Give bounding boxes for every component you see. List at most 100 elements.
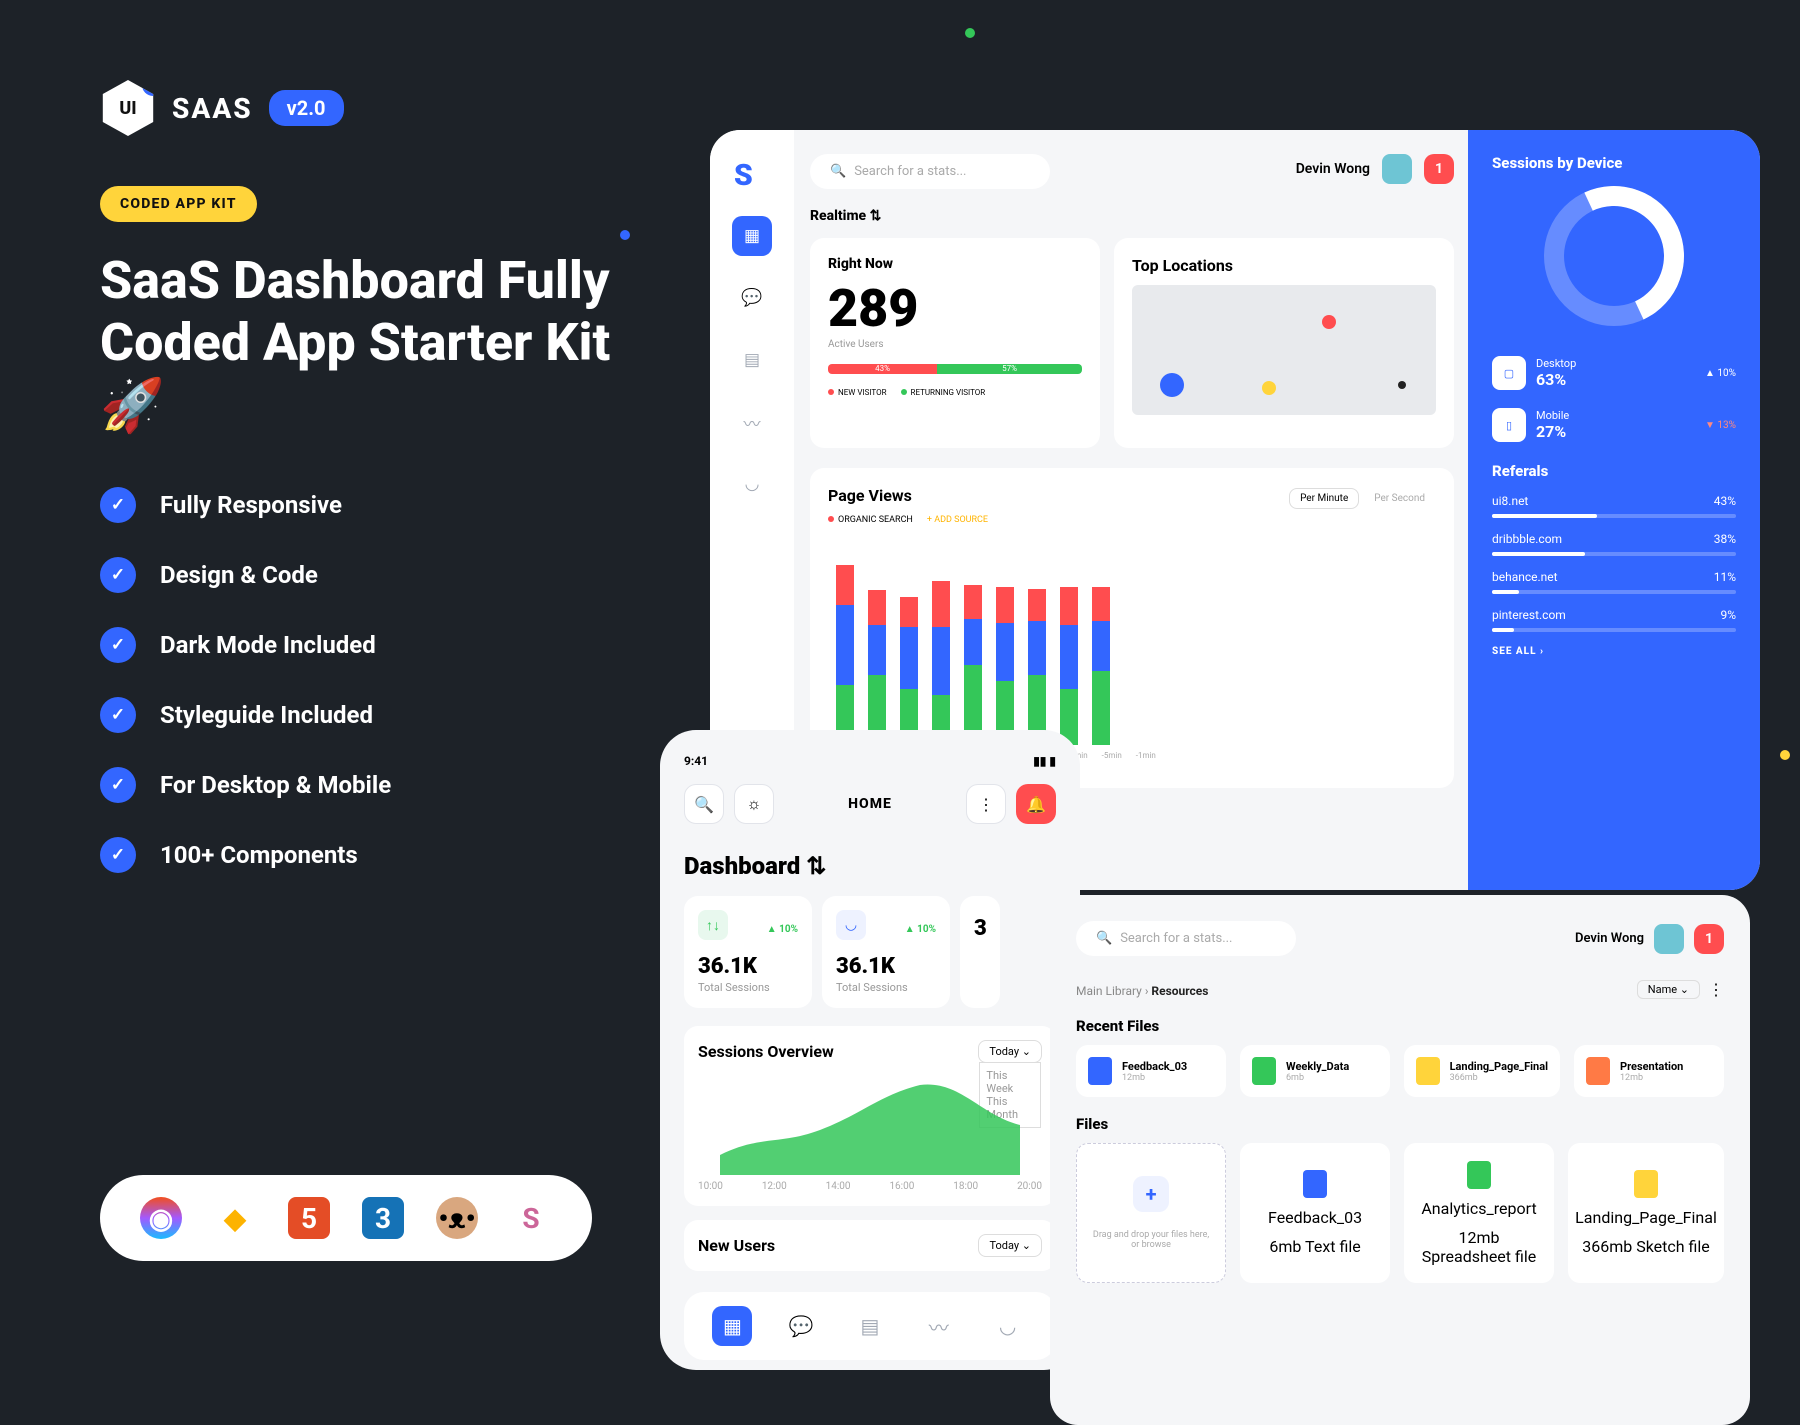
check-icon: ✓	[100, 837, 136, 873]
bell-button[interactable]: 🔔	[1016, 784, 1056, 824]
notif-badge[interactable]: 1	[1694, 924, 1724, 954]
accent-dot	[1780, 750, 1790, 760]
pug-icon: •ᴥ•	[436, 1197, 478, 1239]
user-area[interactable]: Devin Wong 1	[1296, 154, 1454, 184]
nav-analytics-icon[interactable]: 〰	[919, 1306, 959, 1346]
more-button[interactable]: ⋮	[1708, 980, 1724, 999]
crumb-a[interactable]: Main Library	[1076, 984, 1142, 998]
visitor-bar: 43%57%	[828, 364, 1082, 374]
sessions-donut	[1544, 186, 1684, 326]
per-second-button[interactable]: Per Second	[1363, 488, 1436, 509]
check-icon: ✓	[100, 487, 136, 523]
search-icon: 🔍	[1096, 931, 1112, 946]
pv-bar	[900, 597, 918, 745]
sort-select[interactable]: Name ⌄	[1637, 980, 1700, 999]
ref-pct: 38%	[1714, 532, 1736, 546]
stat-card-cut: 3	[960, 896, 1000, 1008]
theme-button[interactable]: ☼	[734, 784, 774, 824]
new-users-card: New UsersToday ⌄	[684, 1220, 1056, 1271]
mobile-icon: ▯	[1492, 408, 1526, 442]
version-pill: v2.0	[269, 90, 344, 126]
files-title: Files	[1076, 1115, 1724, 1133]
device-name: Mobile	[1536, 409, 1695, 422]
right-now-card: Right Now 289 Active Users 43%57% NEW VI…	[810, 238, 1100, 448]
file-size: 366mb	[1450, 1073, 1548, 1083]
desktop-icon: ▢	[1492, 356, 1526, 390]
nav-calendar-icon[interactable]: ▤	[850, 1306, 890, 1346]
user-name: Devin Wong	[1296, 161, 1370, 177]
nav-dashboard-icon[interactable]: ▦	[712, 1306, 752, 1346]
feature-item: ✓Styleguide Included	[100, 697, 640, 733]
search-placeholder: Search for a stats...	[1120, 931, 1232, 946]
dashboard-title[interactable]: Dashboard ⇅	[684, 852, 1056, 880]
card-title: Page Views	[828, 486, 912, 505]
home-label: HOME	[784, 796, 956, 812]
pv-chart	[828, 535, 1436, 745]
ref-name: pinterest.com	[1492, 608, 1566, 622]
accent-dot	[965, 28, 975, 38]
nav-chat-icon[interactable]: 💬	[781, 1306, 821, 1346]
status-time: 9:41	[684, 754, 708, 768]
upload-card[interactable]: +Drag and drop your files here, or brows…	[1076, 1143, 1226, 1283]
pv-bar	[1060, 587, 1078, 745]
map-dot	[1398, 381, 1406, 389]
stat-change: ▲ 10%	[905, 924, 936, 935]
ref-row: dribbble.com38%	[1492, 532, 1736, 556]
visitor-legend: NEW VISITORRETURNING VISITOR	[828, 388, 1082, 397]
search-button[interactable]: 🔍	[684, 784, 724, 824]
active-users-value: 289	[828, 278, 1082, 339]
file-card[interactable]: Feedback_0312mb	[1076, 1045, 1226, 1097]
feature-text: 100+ Components	[160, 841, 358, 869]
nav-calendar-icon[interactable]: ▤	[732, 340, 772, 380]
legend-organic: ORGANIC SEARCH	[838, 515, 913, 525]
see-all-link[interactable]: SEE ALL ›	[1492, 646, 1736, 657]
period-select[interactable]: Today ⌄This WeekThis Month	[978, 1040, 1042, 1063]
stat-change: ▲ 10%	[767, 924, 798, 935]
file-size: 12mb Spreadsheet file	[1416, 1228, 1542, 1266]
stat-value: 3	[974, 916, 986, 941]
file-card[interactable]: Landing_Page_Final366mb Sketch file	[1568, 1143, 1724, 1283]
stat-value: 36.1K	[698, 954, 798, 979]
ref-pct: 11%	[1714, 570, 1736, 584]
nav-analytics-icon[interactable]: 〰	[732, 402, 772, 442]
breadcrumb[interactable]: Main Library › Resources	[1076, 984, 1208, 998]
sketch-icon	[1634, 1170, 1658, 1198]
realtime-label[interactable]: Realtime ⇅	[810, 208, 881, 224]
file-card[interactable]: Presentation12mb	[1574, 1045, 1724, 1097]
nu-select[interactable]: Today ⌄	[978, 1234, 1042, 1257]
nav-chat-icon[interactable]: 💬	[732, 278, 772, 318]
logo-hex: UI8	[100, 80, 156, 136]
ref-name: ui8.net	[1492, 494, 1528, 508]
map-dot	[1322, 315, 1336, 329]
pv-bar	[868, 590, 886, 745]
logo-text: UI	[119, 98, 136, 119]
user-icon: ◡	[836, 910, 866, 940]
feature-text: Fully Responsive	[160, 491, 342, 519]
nav-user-icon[interactable]: ◡	[988, 1306, 1028, 1346]
file-card[interactable]: Weekly_Data6mb	[1240, 1045, 1390, 1097]
headline: SaaS Dashboard Fully Coded App Starter K…	[100, 250, 640, 437]
pv-bar	[964, 585, 982, 745]
menu-button[interactable]: ⋮	[966, 784, 1006, 824]
search-input[interactable]: 🔍 Search for a stats...	[1076, 921, 1296, 956]
device-pct: 63%	[1536, 370, 1566, 389]
nav-user-icon[interactable]: ◡	[732, 464, 772, 504]
sheet-icon	[1467, 1161, 1491, 1189]
device-row: ▯Mobile27%▼ 13%	[1492, 408, 1736, 442]
search-input[interactable]: 🔍Search for a stats...	[810, 154, 1050, 189]
pv-bar	[996, 587, 1014, 745]
saas-label: SAAS	[172, 92, 253, 125]
device-row: ▢Desktop63%▲ 10%	[1492, 356, 1736, 390]
device-name: Desktop	[1536, 357, 1695, 370]
notif-badge[interactable]: 1	[1424, 154, 1454, 184]
per-minute-button[interactable]: Per Minute	[1289, 488, 1359, 509]
feature-text: Styleguide Included	[160, 701, 373, 729]
file-card[interactable]: Landing_Page_Final366mb	[1404, 1045, 1560, 1097]
file-card[interactable]: Analytics_report12mb Spreadsheet file	[1404, 1143, 1554, 1283]
file-card[interactable]: Feedback_036mb Text file	[1240, 1143, 1390, 1283]
nav-dashboard-icon[interactable]: ▦	[732, 216, 772, 256]
add-source-button[interactable]: + ADD SOURCE	[927, 515, 988, 525]
feature-list: ✓Fully Responsive ✓Design & Code ✓Dark M…	[100, 487, 640, 873]
search-placeholder: Search for a stats...	[854, 164, 966, 179]
feature-item: ✓ Fully Responsive	[100, 487, 640, 523]
